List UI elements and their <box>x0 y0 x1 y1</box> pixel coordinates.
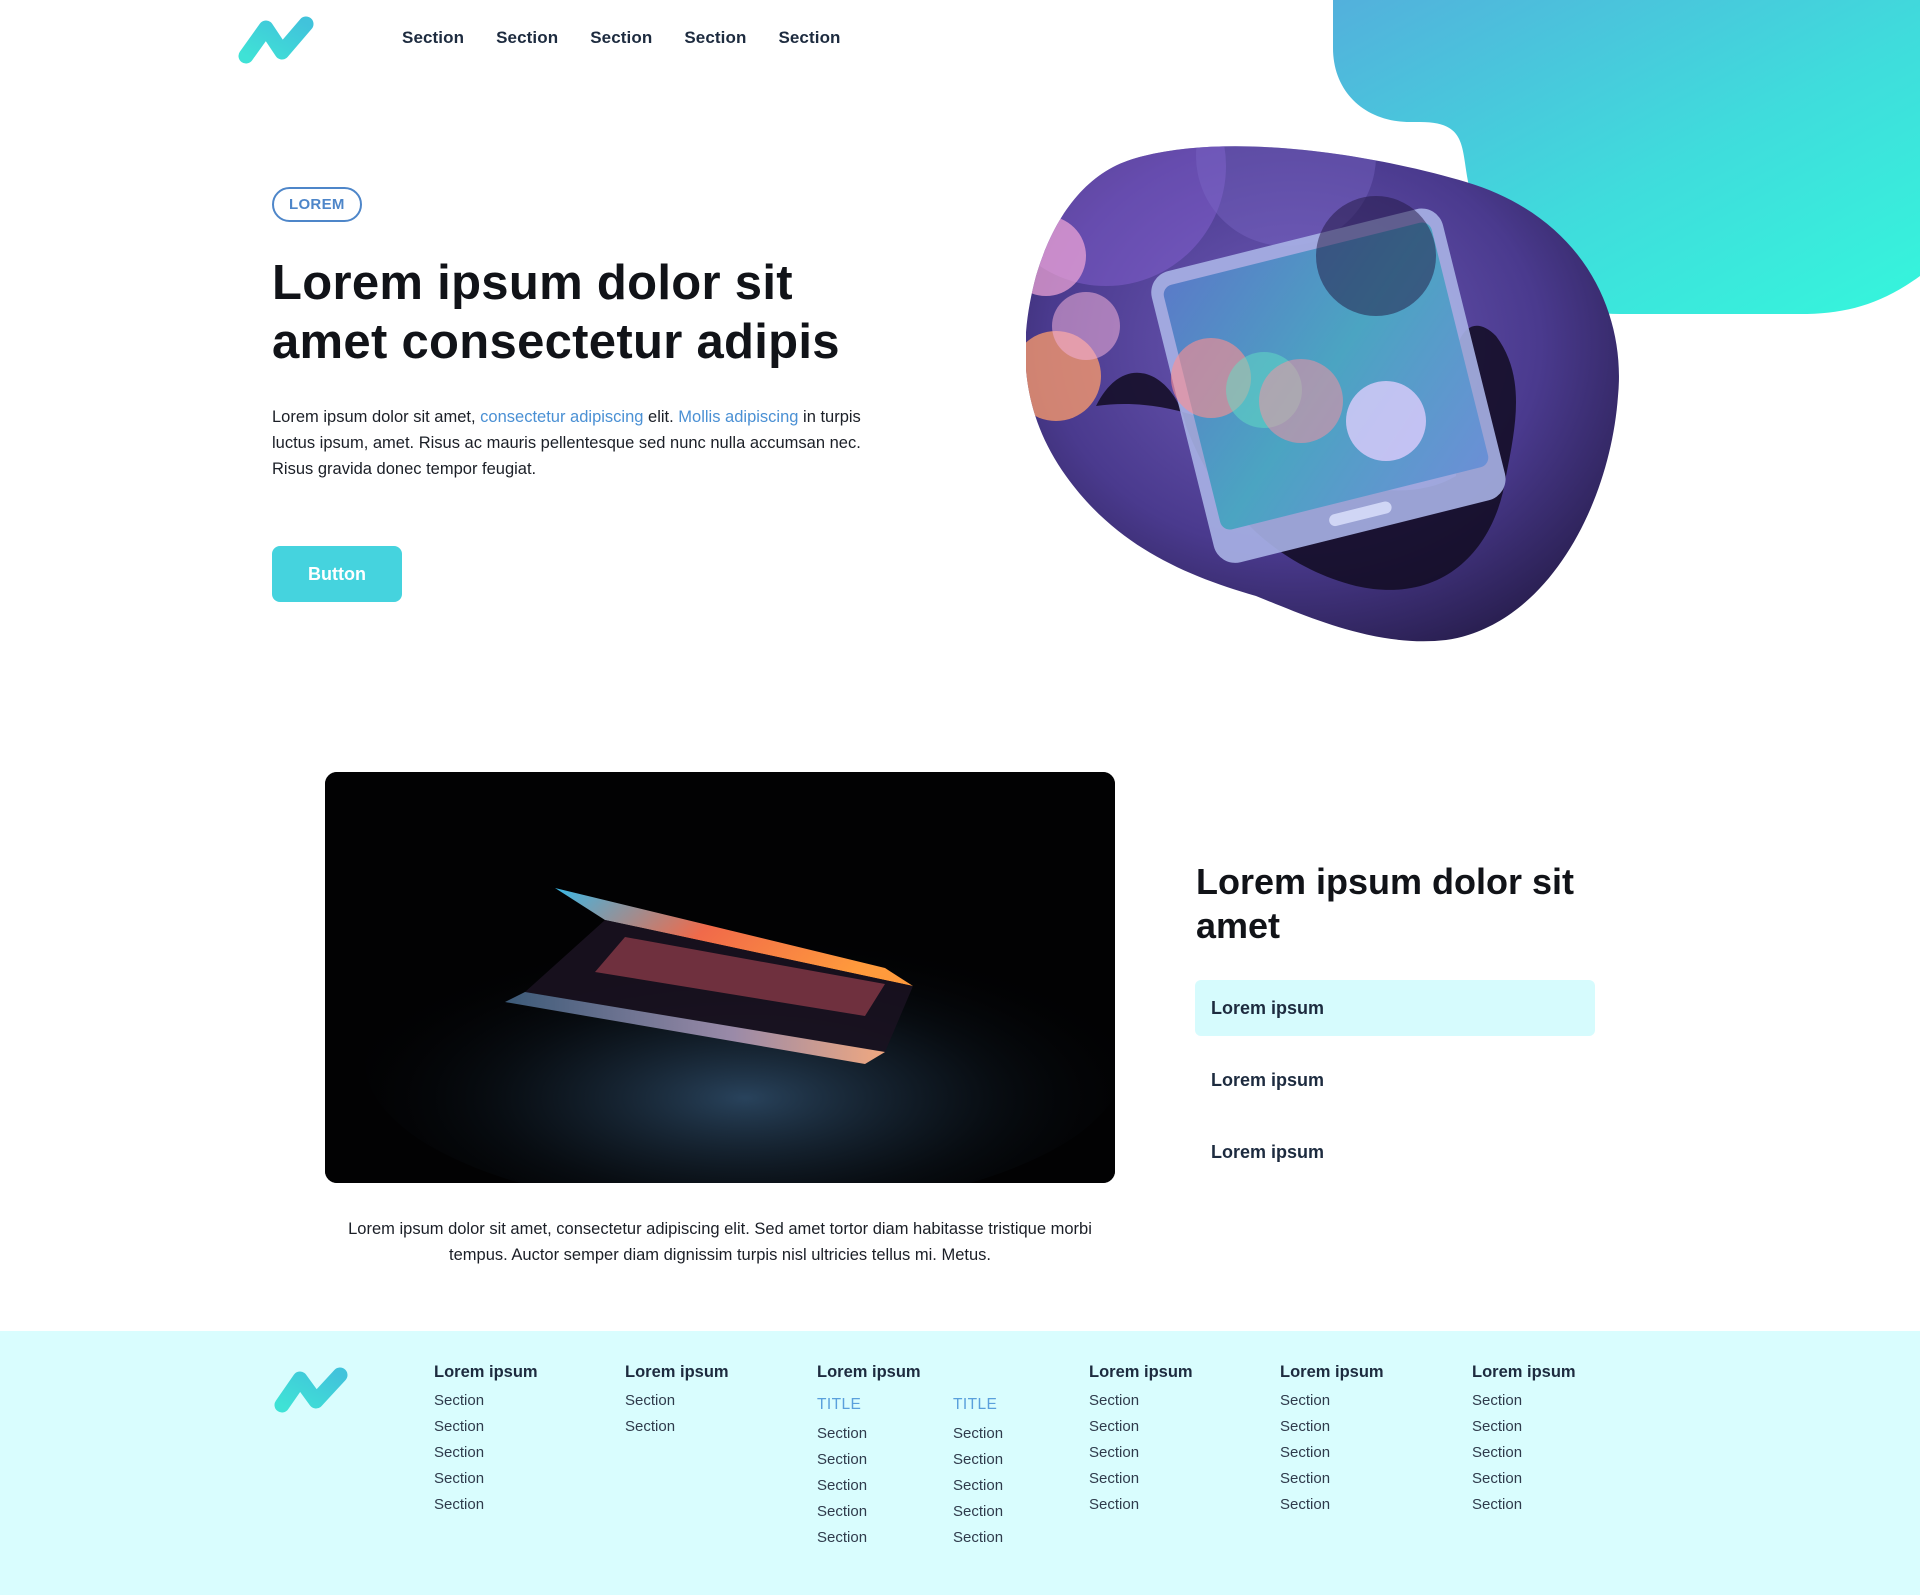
footer-link[interactable]: Section <box>817 1421 867 1447</box>
footer-link[interactable]: Section <box>625 1414 729 1440</box>
feature-caption: Lorem ipsum dolor sit amet, consectetur … <box>348 1220 1092 1264</box>
hero-text-part: Lorem ipsum dolor sit amet, <box>272 408 481 426</box>
footer-link[interactable]: Section <box>817 1499 867 1525</box>
feature-title: Lorem ipsum dolor sit amet <box>1196 861 1575 946</box>
nav-item-section-5[interactable]: Section <box>778 28 840 48</box>
nav-item-section-3[interactable]: Section <box>590 28 652 48</box>
footer-link[interactable]: Section <box>1280 1388 1384 1414</box>
footer-link[interactable]: Section <box>1280 1440 1384 1466</box>
footer-link[interactable]: Section <box>1280 1492 1384 1518</box>
footer-subcolumn-title: TITLE <box>953 1396 998 1413</box>
footer-link[interactable]: Section <box>953 1499 1003 1525</box>
footer-link[interactable]: Section <box>1089 1440 1193 1466</box>
hero-title: Lorem ipsum dolor sit amet consectetur a… <box>272 256 840 369</box>
nav-item-section-1[interactable]: Section <box>402 28 464 48</box>
hero-text-part: elit. <box>643 408 679 426</box>
footer-link[interactable]: Section <box>1089 1388 1193 1414</box>
brand-logo-icon[interactable] <box>272 1363 356 1415</box>
footer-link[interactable]: Section <box>1089 1414 1193 1440</box>
nav-item-section-4[interactable]: Section <box>684 28 746 48</box>
footer-link[interactable]: Section <box>953 1421 1003 1447</box>
footer-column-4: Lorem ipsum Section Section Section Sect… <box>1089 1362 1193 1518</box>
footer-link[interactable]: Section <box>953 1447 1003 1473</box>
hero-cta-button[interactable]: Button <box>272 546 402 602</box>
footer-column-heading: Lorem ipsum <box>434 1363 538 1381</box>
phone-photo <box>1026 146 1619 642</box>
footer-link[interactable]: Section <box>625 1388 729 1414</box>
footer-link[interactable]: Section <box>1472 1414 1576 1440</box>
footer-subcolumn-1: TITLE Section Section Section Section Se… <box>817 1395 867 1551</box>
footer-link[interactable]: Section <box>434 1414 538 1440</box>
footer-column-heading: Lorem ipsum <box>817 1363 921 1381</box>
footer-link[interactable]: Section <box>434 1466 538 1492</box>
hero-link-mollis[interactable]: Mollis adipiscing <box>678 408 798 426</box>
hero-description: Lorem ipsum dolor sit amet, consectetur … <box>272 404 892 482</box>
footer-link[interactable]: Section <box>1089 1492 1193 1518</box>
footer-column-heading: Lorem ipsum <box>1472 1363 1576 1381</box>
footer-link[interactable]: Section <box>1472 1388 1576 1414</box>
feature-item-3[interactable]: Lorem ipsum <box>1195 1124 1595 1180</box>
laptop-illustration <box>325 772 1115 1183</box>
feature-item-2[interactable]: Lorem ipsum <box>1195 1052 1595 1108</box>
footer-column-2: Lorem ipsum Section Section <box>625 1362 729 1440</box>
footer-link[interactable]: Section <box>1472 1440 1576 1466</box>
brand-logo-icon[interactable] <box>236 14 324 66</box>
footer-column-heading: Lorem ipsum <box>1089 1363 1193 1381</box>
footer-link[interactable]: Section <box>1280 1466 1384 1492</box>
footer-column-1: Lorem ipsum Section Section Section Sect… <box>434 1362 538 1518</box>
footer-subcolumn-2: TITLE Section Section Section Section Se… <box>953 1395 1003 1551</box>
footer-link[interactable]: Section <box>1089 1466 1193 1492</box>
footer-column-3: Lorem ipsum <box>817 1362 921 1388</box>
footer-link[interactable]: Section <box>1472 1492 1576 1518</box>
footer-link[interactable]: Section <box>1280 1414 1384 1440</box>
footer: Lorem ipsum Section Section Section Sect… <box>0 1331 1920 1595</box>
footer-column-5: Lorem ipsum Section Section Section Sect… <box>1280 1362 1384 1518</box>
feature-item-1[interactable]: Lorem ipsum <box>1195 980 1595 1036</box>
footer-link[interactable]: Section <box>953 1525 1003 1551</box>
footer-link[interactable]: Section <box>817 1473 867 1499</box>
footer-link[interactable]: Section <box>434 1440 538 1466</box>
nav-item-section-2[interactable]: Section <box>496 28 558 48</box>
footer-link[interactable]: Section <box>434 1492 538 1518</box>
footer-link[interactable]: Section <box>434 1388 538 1414</box>
footer-subcolumn-title: TITLE <box>817 1396 862 1413</box>
footer-link[interactable]: Section <box>817 1447 867 1473</box>
footer-link[interactable]: Section <box>953 1473 1003 1499</box>
footer-link[interactable]: Section <box>817 1525 867 1551</box>
main-nav: Section Section Section Section Section <box>402 28 873 48</box>
hero-link-consectetur[interactable]: consectetur adipiscing <box>480 408 643 426</box>
footer-column-6: Lorem ipsum Section Section Section Sect… <box>1472 1362 1576 1518</box>
footer-link[interactable]: Section <box>1472 1466 1576 1492</box>
hero-badge: LOREM <box>272 187 362 222</box>
footer-column-heading: Lorem ipsum <box>625 1363 729 1381</box>
laptop-photo <box>325 772 1115 1183</box>
feature-list: Lorem ipsum Lorem ipsum Lorem ipsum <box>1195 980 1595 1196</box>
footer-column-heading: Lorem ipsum <box>1280 1363 1384 1381</box>
